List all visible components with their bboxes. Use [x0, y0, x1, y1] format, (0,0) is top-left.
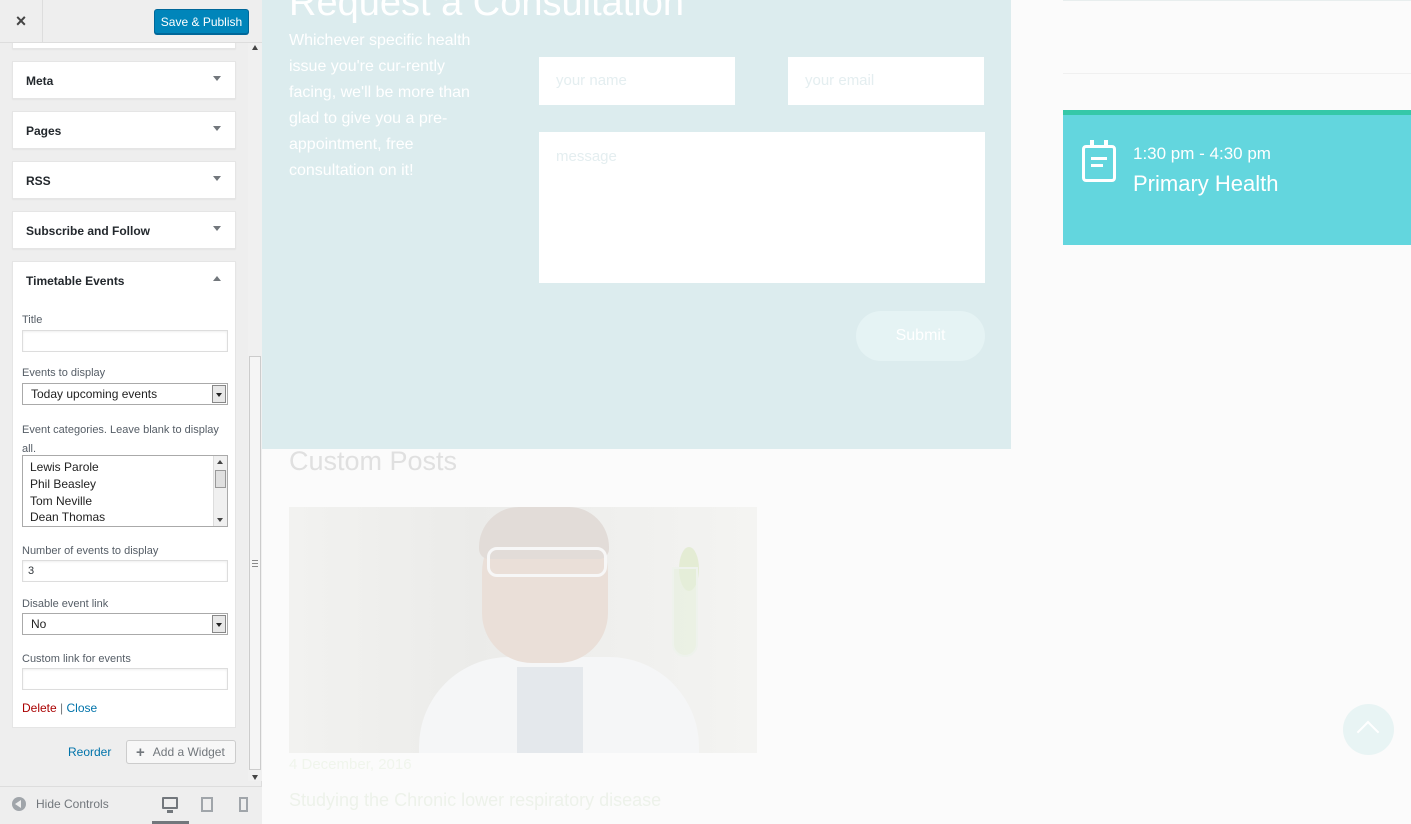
collapse-icon [12, 797, 26, 811]
name-field[interactable]: your name [539, 57, 735, 105]
customizer-header: × Save & Publish [0, 0, 262, 43]
post-image[interactable] [289, 507, 757, 753]
events-to-display-label: Events to display [22, 367, 106, 379]
title-input[interactable] [22, 330, 228, 352]
select-value: Today upcoming events [31, 387, 158, 401]
list-item[interactable]: Tom Neville [30, 494, 92, 508]
add-widget-label: Add a Widget [152, 745, 225, 759]
timetable-event-card[interactable]: 1:30 pm - 4:30 pm Primary Health [1063, 110, 1411, 245]
consultation-text: Whichever specific health issue you're c… [289, 32, 471, 179]
chevron-down-icon[interactable] [213, 226, 221, 231]
chevron-down-icon[interactable] [213, 176, 221, 181]
close-link[interactable]: Close [67, 701, 98, 715]
post-title-link[interactable]: Studying the Chronic lower respiratory d… [289, 790, 661, 811]
reorder-link[interactable]: Reorder [68, 745, 111, 759]
chevron-down-icon[interactable] [212, 385, 226, 403]
widget-subscribe-follow[interactable]: Subscribe and Follow [12, 211, 236, 249]
disable-event-link-label: Disable event link [22, 598, 109, 610]
grip-icon [252, 560, 258, 567]
list-scrollbar[interactable] [213, 456, 227, 526]
scroll-up-icon[interactable] [217, 460, 223, 464]
email-field[interactable]: your email [788, 57, 984, 105]
desktop-preview-icon[interactable] [162, 797, 178, 813]
event-name[interactable]: Primary Health [1133, 171, 1278, 197]
event-categories-label: Event categories. Leave blank to display… [22, 424, 219, 455]
chevron-up-icon[interactable] [1343, 704, 1394, 755]
divider [1063, 73, 1411, 74]
scroll-down-icon[interactable] [252, 775, 258, 780]
consultation-title: Request a Consultation [289, 0, 685, 24]
list-item[interactable]: Lewis Parole [30, 460, 99, 474]
widget-meta[interactable]: Meta [12, 61, 236, 99]
chevron-up-icon[interactable] [213, 276, 221, 281]
consultation-section: Request a Consultation Whichever specifi… [262, 0, 1011, 449]
number-of-events-input[interactable]: 3 [22, 560, 228, 582]
save-publish-button[interactable]: Save & Publish [154, 9, 249, 34]
submit-button[interactable]: Submit [856, 311, 985, 361]
mobile-preview-icon[interactable] [239, 797, 248, 812]
list-item[interactable]: Dean Thomas [30, 510, 105, 524]
chevron-down-icon[interactable] [212, 615, 226, 633]
widgets-panel: Meta Pages RSS Subscribe and Follow Time… [0, 43, 248, 781]
chevron-down-icon[interactable] [213, 76, 221, 81]
event-categories-list[interactable]: Lewis Parole Phil Beasley Tom Neville De… [22, 455, 228, 527]
delete-link[interactable]: Delete [22, 701, 57, 715]
event-time: 1:30 pm - 4:30 pm [1133, 144, 1271, 163]
chevron-down-icon[interactable] [213, 126, 221, 131]
custom-link-input[interactable] [22, 668, 228, 690]
add-widget-button[interactable]: + Add a Widget [126, 740, 236, 764]
customizer-sidebar: × Save & Publish Meta Pages RSS Subscrib… [0, 0, 262, 824]
separator: | [60, 701, 64, 715]
disable-event-link-select[interactable]: No [22, 613, 228, 635]
message-field[interactable]: message [539, 132, 985, 283]
title-label: Title [22, 314, 43, 326]
widget-rss[interactable]: RSS [12, 161, 236, 199]
site-preview: Request a Consultation Whichever specifi… [262, 0, 1411, 824]
events-to-display-select[interactable]: Today upcoming events [22, 383, 228, 405]
plus-icon: + [136, 743, 145, 761]
scroll-thumb[interactable] [215, 470, 226, 488]
calendar-icon [1082, 140, 1116, 182]
list-item[interactable]: Phil Beasley [30, 477, 96, 491]
post-date: 4 December, 2016 [289, 756, 412, 773]
widget-title: Subscribe and Follow [26, 224, 151, 238]
close-icon[interactable]: × [0, 0, 43, 43]
timetable-events-form: Title Events to display Today upcoming e… [12, 298, 236, 728]
custom-link-label: Custom link for events [22, 653, 131, 665]
divider [1063, 0, 1411, 1]
widget-title: Pages [26, 124, 62, 138]
widget-pages[interactable]: Pages [12, 111, 236, 149]
widget-title: RSS [26, 174, 51, 188]
custom-posts-title: Custom Posts [289, 446, 458, 476]
hide-controls-button[interactable]: Hide Controls [12, 797, 109, 811]
number-of-events-label: Number of events to display [22, 545, 159, 557]
scroll-down-icon[interactable] [217, 518, 223, 522]
widget-timetable-events[interactable]: Timetable Events [12, 261, 236, 299]
customizer-footer: Hide Controls [0, 786, 262, 824]
scroll-up-icon[interactable] [252, 45, 258, 50]
hide-controls-label: Hide Controls [36, 797, 109, 811]
widget-title: Meta [26, 74, 54, 88]
widget-title: Timetable Events [26, 274, 125, 288]
widget-previous-collapsed[interactable] [12, 43, 236, 49]
widget-actions: Delete | Close [22, 701, 97, 715]
select-value: No [31, 617, 47, 631]
tablet-preview-icon[interactable] [201, 797, 213, 812]
